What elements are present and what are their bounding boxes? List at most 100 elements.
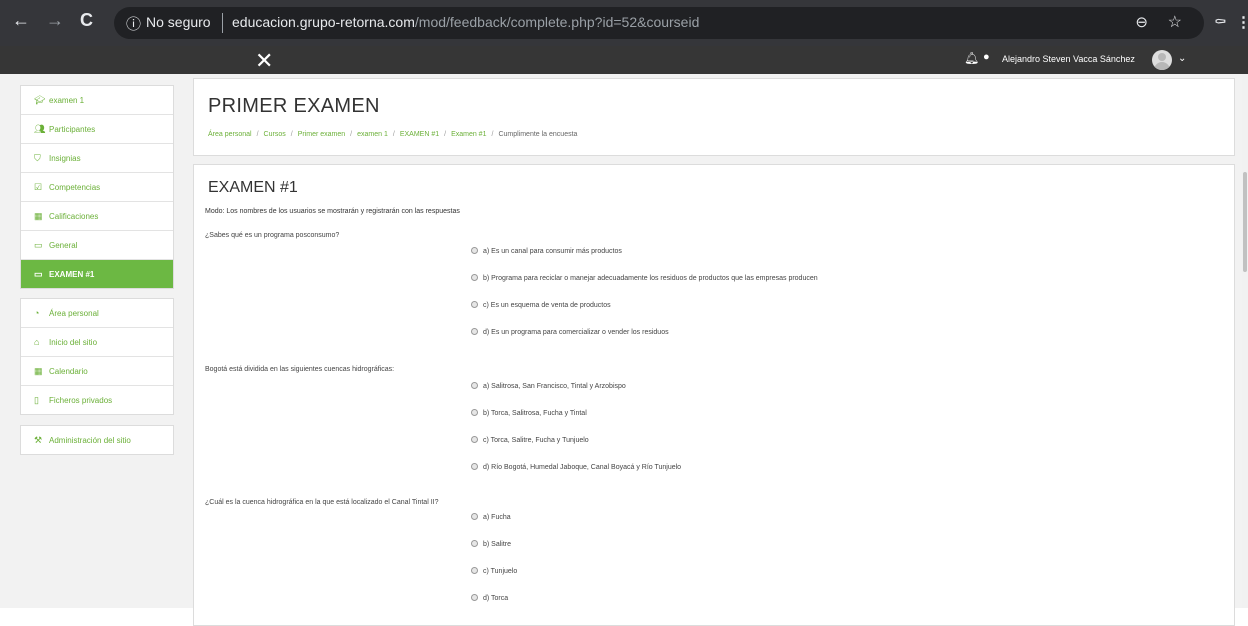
- answer-option[interactable]: b) Torca, Salitrosa, Fucha y Tintal: [471, 409, 587, 417]
- answer-option-label: b) Torca, Salitrosa, Fucha y Tintal: [483, 410, 587, 417]
- answer-option-label: a) Salitrosa, San Francisco, Tintal y Ar…: [483, 383, 626, 390]
- answer-option[interactable]: a) Salitrosa, San Francisco, Tintal y Ar…: [471, 382, 626, 390]
- sidebar-item[interactable]: ▭ EXAMEN #1: [21, 260, 173, 288]
- user-name[interactable]: Alejandro Steven Vacca Sánchez: [1002, 54, 1135, 64]
- answer-option-label: d) Es un programa para comercializar o v…: [483, 329, 669, 336]
- sidebar-item[interactable]: ⛉ Insignias: [21, 144, 173, 173]
- sidebar-item-label: General: [49, 241, 78, 250]
- radio-button[interactable]: [471, 594, 478, 601]
- breadcrumb-separator: /: [444, 131, 447, 138]
- answer-option[interactable]: d) Es un programa para comercializar o v…: [471, 328, 669, 336]
- exam-content-card: EXAMEN #1 Modo: Los nombres de los usuar…: [193, 164, 1235, 626]
- question-text: Bogotá está dividida en las siguientes c…: [205, 366, 395, 373]
- radio-button[interactable]: [471, 436, 478, 443]
- sidebar-item-label: Administración del sitio: [49, 436, 131, 445]
- answer-option[interactable]: b) Programa para reciclar o manejar adec…: [471, 274, 818, 282]
- avatar[interactable]: [1152, 50, 1172, 70]
- radio-button[interactable]: [471, 409, 478, 416]
- answer-option-label: d) Río Bogotá, Humedal Jaboque, Canal Bo…: [483, 464, 682, 471]
- mode-text: Modo: Los nombres de los usuarios se mos…: [205, 208, 460, 215]
- sidebar-item[interactable]: ⚒ Administración del sitio: [21, 426, 173, 454]
- radio-button[interactable]: [471, 274, 478, 281]
- breadcrumb: Área personal / Cursos / Primer examen / exame…: [208, 131, 577, 138]
- info-icon[interactable]: ⓘ: [126, 13, 141, 34]
- breadcrumb-separator: /: [392, 131, 395, 138]
- sidebar-item-label: Ficheros privados: [49, 396, 113, 405]
- radio-button[interactable]: [471, 567, 478, 574]
- course-nav-block: 🎓︎ examen 1 👥︎ Participantes ⛉ Insignias ☑ Comp…: [20, 85, 174, 289]
- answer-option[interactable]: c) Tunjuelo: [471, 567, 517, 575]
- sidebar-item[interactable]: ⌂ Inicio del sitio: [21, 328, 173, 357]
- forward-arrow-icon[interactable]: →: [46, 10, 64, 31]
- breadcrumb-item[interactable]: Cursos: [264, 131, 286, 138]
- sidebar-item[interactable]: ▯ Ficheros privados: [21, 386, 173, 414]
- dashboard-icon: ◔: [34, 308, 40, 318]
- reload-icon[interactable]: C: [80, 10, 93, 31]
- breadcrumb-item: Cumplimente la encuesta: [498, 131, 578, 138]
- notification-bell-icon[interactable]: 🔔︎: [964, 51, 979, 65]
- back-arrow-icon[interactable]: ←: [12, 10, 30, 31]
- browser-menu-icon[interactable]: ⋮: [1236, 13, 1248, 31]
- scrollbar-thumb[interactable]: [1243, 172, 1247, 272]
- radio-button[interactable]: [471, 540, 478, 547]
- incognito-icon[interactable]: ⚰: [1214, 13, 1227, 31]
- address-bar[interactable]: ⓘ No seguro educacion.grupo-retorna.com/…: [114, 7, 1204, 39]
- page-header-card: PRIMER EXAMEN Área personal / Cursos / Prime…: [193, 78, 1235, 156]
- answer-option[interactable]: b) Salitre: [471, 540, 511, 548]
- sidebar-item[interactable]: ▦ Calificaciones: [21, 202, 173, 231]
- address-separator: [222, 13, 223, 33]
- answer-option[interactable]: c) Torca, Salitre, Fucha y Tunjuelo: [471, 436, 589, 444]
- breadcrumb-item[interactable]: Examen #1: [451, 131, 486, 138]
- breadcrumb-item[interactable]: Primer examen: [298, 131, 345, 138]
- radio-button[interactable]: [471, 328, 478, 335]
- radio-button[interactable]: [471, 463, 478, 470]
- radio-button[interactable]: [471, 301, 478, 308]
- page-scrollbar[interactable]: [1242, 74, 1248, 608]
- answer-option-label: c) Torca, Salitre, Fucha y Tunjuelo: [483, 437, 589, 444]
- url-text[interactable]: educacion.grupo-retorna.com/mod/feedback…: [232, 14, 699, 30]
- site-nav-block: ◔ Área personal ⌂ Inicio del sitio ▦ Calendar…: [20, 298, 174, 415]
- chevron-down-icon[interactable]: ⌄: [1178, 53, 1186, 64]
- sidebar-item-label: EXAMEN #1: [49, 270, 95, 279]
- breadcrumb-separator: /: [491, 131, 494, 138]
- radio-button[interactable]: [471, 513, 478, 520]
- answer-option-label: a) Fucha: [483, 514, 511, 521]
- answer-option[interactable]: c) Es un esquema de venta de productos: [471, 301, 611, 309]
- check-square-icon: ☑: [34, 182, 43, 192]
- sidebar-item[interactable]: ☑ Competencias: [21, 173, 173, 202]
- table-icon: ▦: [34, 211, 43, 221]
- zoom-icon[interactable]: ⊖: [1135, 13, 1148, 31]
- sidebar-item-label: Competencias: [49, 183, 101, 192]
- breadcrumb-separator: /: [290, 131, 293, 138]
- wrench-icon: ⚒: [34, 435, 43, 445]
- close-drawer-icon[interactable]: ✕: [255, 48, 273, 74]
- sidebar-item[interactable]: 👥︎ Participantes: [21, 115, 173, 144]
- messages-icon[interactable]: ●: [983, 51, 990, 63]
- breadcrumb-item[interactable]: Área personal: [208, 131, 252, 138]
- breadcrumb-separator: /: [350, 131, 353, 138]
- answer-option-label: b) Salitre: [483, 541, 512, 548]
- answer-option[interactable]: d) Río Bogotá, Humedal Jaboque, Canal Bo…: [471, 463, 681, 471]
- answer-option[interactable]: a) Es un canal para consumir más product…: [471, 247, 622, 255]
- site-navbar: ✕ 🔔︎ ● Alejandro Steven Vacca Sánchez ⌄: [0, 46, 1248, 74]
- sidebar-item[interactable]: 🎓︎ examen 1: [21, 86, 173, 115]
- users-icon: 👥︎: [34, 124, 46, 134]
- answer-option-label: b) Programa para reciclar o manejar adec…: [483, 275, 818, 282]
- security-label: No seguro: [146, 14, 211, 30]
- sidebar-item[interactable]: ◔ Área personal: [21, 299, 173, 328]
- radio-button[interactable]: [471, 382, 478, 389]
- answer-option[interactable]: a) Fucha: [471, 513, 511, 521]
- sidebar-item-label: Insignias: [49, 154, 81, 163]
- folder-icon: ▭: [34, 240, 43, 250]
- breadcrumb-item[interactable]: examen 1: [357, 131, 388, 138]
- radio-button[interactable]: [471, 247, 478, 254]
- sidebar-item[interactable]: ▦ Calendario: [21, 357, 173, 386]
- sidebar-item[interactable]: ▭ General: [21, 231, 173, 260]
- breadcrumb-item[interactable]: EXAMEN #1: [400, 131, 439, 138]
- graduation-cap-icon: 🎓︎: [34, 95, 46, 105]
- answer-option[interactable]: d) Torca: [471, 594, 508, 602]
- answer-option-label: a) Es un canal para consumir más product…: [483, 248, 622, 255]
- answer-option-label: d) Torca: [483, 595, 509, 602]
- bookmark-star-icon[interactable]: ☆: [1168, 12, 1182, 32]
- answer-option-label: c) Tunjuelo: [483, 568, 518, 575]
